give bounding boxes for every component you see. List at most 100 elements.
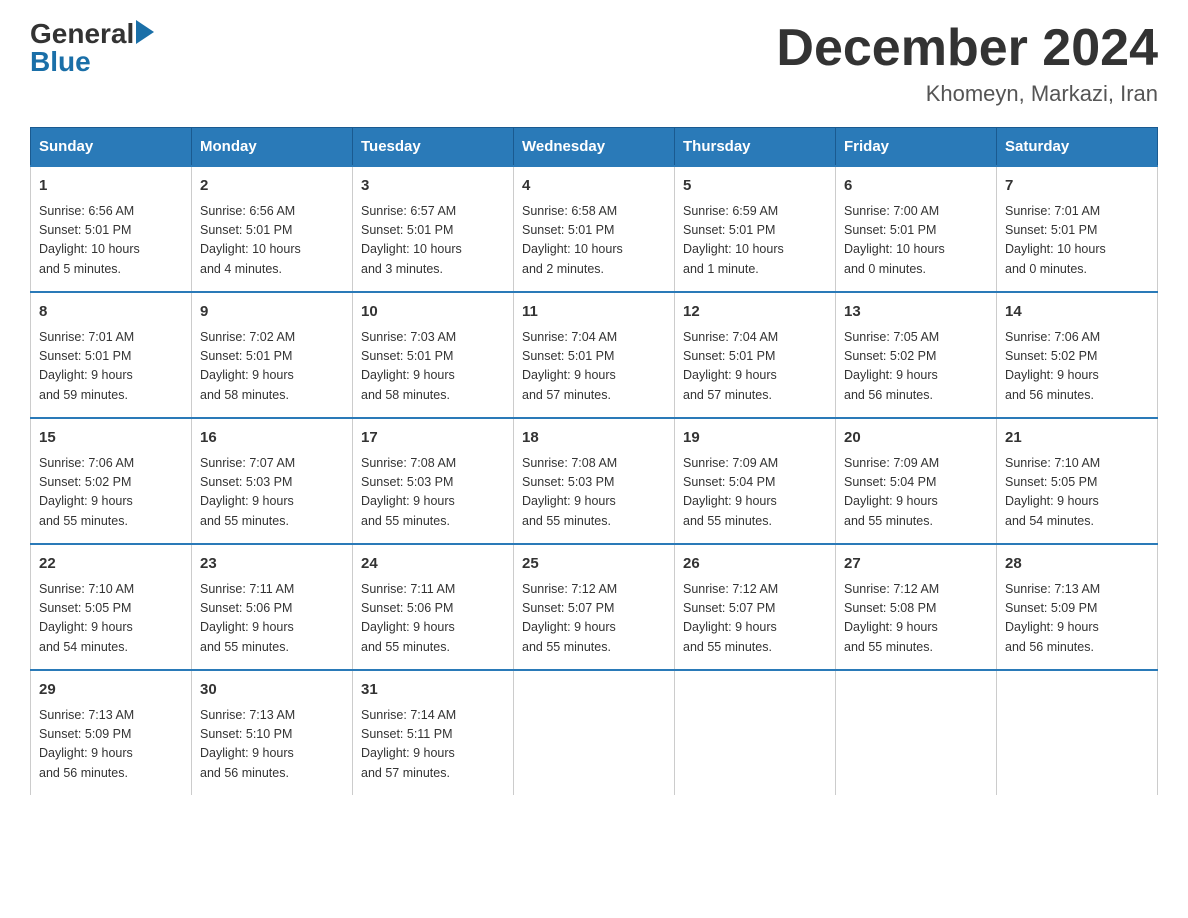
calendar-cell: 23 Sunrise: 7:11 AM Sunset: 5:06 PM Dayli… — [192, 544, 353, 670]
location-title: Khomeyn, Markazi, Iran — [776, 81, 1158, 107]
day-number: 20 — [844, 427, 988, 450]
calendar-week-row: 8Sunrise: 7:01 AM Sunset: 5:01 PM Daylig… — [31, 292, 1158, 418]
day-info: Sunrise: 7:08 AM Sunset: 5:03 PM Dayligh… — [522, 454, 666, 532]
day-number: 12 — [683, 301, 827, 324]
day-info: Sunrise: 7:13 AM Sunset: 5:10 PM Dayligh… — [200, 706, 344, 784]
calendar-day-header: Monday — [192, 128, 353, 167]
day-number: 29 — [39, 679, 183, 702]
day-number: 25 — [522, 553, 666, 576]
day-info: Sunrise: 7:06 AM Sunset: 5:02 PM Dayligh… — [1005, 328, 1149, 406]
day-info: Sunrise: 7:10 AM Sunset: 5:05 PM Dayligh… — [1005, 454, 1149, 532]
day-info: Sunrise: 7:10 AM Sunset: 5:05 PM Dayligh… — [39, 580, 183, 658]
day-info: Sunrise: 7:03 AM Sunset: 5:01 PM Dayligh… — [361, 328, 505, 406]
day-number: 31 — [361, 679, 505, 702]
calendar-header: SundayMondayTuesdayWednesdayThursdayFrid… — [31, 128, 1158, 167]
day-number: 24 — [361, 553, 505, 576]
day-number: 14 — [1005, 301, 1149, 324]
day-info: Sunrise: 7:11 AM Sunset: 5:06 PM Dayligh… — [200, 580, 344, 658]
calendar-cell: 14 Sunrise: 7:06 AM Sunset: 5:02 PM Dayli… — [997, 292, 1158, 418]
calendar-cell: 11 Sunrise: 7:04 AM Sunset: 5:01 PM Dayli… — [514, 292, 675, 418]
calendar-cell: 10Sunrise: 7:03 AM Sunset: 5:01 PM Dayli… — [353, 292, 514, 418]
calendar-cell — [836, 670, 997, 795]
day-number: 19 — [683, 427, 827, 450]
calendar-cell: 27Sunrise: 7:12 AM Sunset: 5:08 PM Dayli… — [836, 544, 997, 670]
day-number: 11 — [522, 301, 666, 324]
calendar-day-header: Saturday — [997, 128, 1158, 167]
calendar-cell: 21Sunrise: 7:10 AM Sunset: 5:05 PM Dayli… — [997, 418, 1158, 544]
calendar-cell: 6 Sunrise: 7:00 AM Sunset: 5:01 PM Daylig… — [836, 166, 997, 292]
day-info: Sunrise: 7:04 AM Sunset: 5:01 PM Dayligh… — [683, 328, 827, 406]
calendar-cell: 5 Sunrise: 6:59 AM Sunset: 5:01 PM Daylig… — [675, 166, 836, 292]
calendar-cell: 7Sunrise: 7:01 AM Sunset: 5:01 PM Daylig… — [997, 166, 1158, 292]
day-info: Sunrise: 7:13 AM Sunset: 5:09 PM Dayligh… — [1005, 580, 1149, 658]
day-number: 4 — [522, 175, 666, 198]
day-info: Sunrise: 7:09 AM Sunset: 5:04 PM Dayligh… — [683, 454, 827, 532]
logo-general-text: General — [30, 20, 134, 48]
day-info: Sunrise: 7:01 AM Sunset: 5:01 PM Dayligh… — [39, 328, 183, 406]
day-info: Sunrise: 7:00 AM Sunset: 5:01 PM Dayligh… — [844, 202, 988, 280]
day-number: 17 — [361, 427, 505, 450]
calendar-week-row: 29Sunrise: 7:13 AM Sunset: 5:09 PM Dayli… — [31, 670, 1158, 795]
day-number: 13 — [844, 301, 988, 324]
day-info: Sunrise: 7:07 AM Sunset: 5:03 PM Dayligh… — [200, 454, 344, 532]
day-number: 3 — [361, 175, 505, 198]
calendar-cell: 12 Sunrise: 7:04 AM Sunset: 5:01 PM Dayli… — [675, 292, 836, 418]
calendar-body: 1Sunrise: 6:56 AM Sunset: 5:01 PM Daylig… — [31, 166, 1158, 795]
calendar-cell: 24 Sunrise: 7:11 AM Sunset: 5:06 PM Dayli… — [353, 544, 514, 670]
calendar-cell — [675, 670, 836, 795]
day-info: Sunrise: 7:11 AM Sunset: 5:06 PM Dayligh… — [361, 580, 505, 658]
day-number: 15 — [39, 427, 183, 450]
logo-blue-text: Blue — [30, 48, 91, 76]
day-number: 30 — [200, 679, 344, 702]
day-number: 22 — [39, 553, 183, 576]
calendar-cell: 1Sunrise: 6:56 AM Sunset: 5:01 PM Daylig… — [31, 166, 192, 292]
day-number: 9 — [200, 301, 344, 324]
calendar-day-header: Friday — [836, 128, 997, 167]
day-number: 2 — [200, 175, 344, 198]
calendar-cell: 8Sunrise: 7:01 AM Sunset: 5:01 PM Daylig… — [31, 292, 192, 418]
calendar-cell: 19 Sunrise: 7:09 AM Sunset: 5:04 PM Dayli… — [675, 418, 836, 544]
day-number: 6 — [844, 175, 988, 198]
calendar-cell: 20 Sunrise: 7:09 AM Sunset: 5:04 PM Dayli… — [836, 418, 997, 544]
calendar-cell: 18 Sunrise: 7:08 AM Sunset: 5:03 PM Dayli… — [514, 418, 675, 544]
calendar-cell: 29Sunrise: 7:13 AM Sunset: 5:09 PM Dayli… — [31, 670, 192, 795]
calendar-day-header: Wednesday — [514, 128, 675, 167]
calendar-cell: 28Sunrise: 7:13 AM Sunset: 5:09 PM Dayli… — [997, 544, 1158, 670]
day-info: Sunrise: 6:57 AM Sunset: 5:01 PM Dayligh… — [361, 202, 505, 280]
calendar-week-row: 1Sunrise: 6:56 AM Sunset: 5:01 PM Daylig… — [31, 166, 1158, 292]
day-info: Sunrise: 7:02 AM Sunset: 5:01 PM Dayligh… — [200, 328, 344, 406]
calendar-cell: 2Sunrise: 6:56 AM Sunset: 5:01 PM Daylig… — [192, 166, 353, 292]
day-number: 27 — [844, 553, 988, 576]
calendar-cell: 15 Sunrise: 7:06 AM Sunset: 5:02 PM Dayli… — [31, 418, 192, 544]
day-info: Sunrise: 6:58 AM Sunset: 5:01 PM Dayligh… — [522, 202, 666, 280]
calendar-table: SundayMondayTuesdayWednesdayThursdayFrid… — [30, 127, 1158, 795]
day-info: Sunrise: 7:05 AM Sunset: 5:02 PM Dayligh… — [844, 328, 988, 406]
day-number: 18 — [522, 427, 666, 450]
day-info: Sunrise: 7:09 AM Sunset: 5:04 PM Dayligh… — [844, 454, 988, 532]
calendar-cell: 22 Sunrise: 7:10 AM Sunset: 5:05 PM Dayli… — [31, 544, 192, 670]
calendar-week-row: 22 Sunrise: 7:10 AM Sunset: 5:05 PM Dayli… — [31, 544, 1158, 670]
calendar-cell — [997, 670, 1158, 795]
day-info: Sunrise: 7:04 AM Sunset: 5:01 PM Dayligh… — [522, 328, 666, 406]
logo: General Blue — [30, 20, 164, 76]
day-info: Sunrise: 7:12 AM Sunset: 5:07 PM Dayligh… — [683, 580, 827, 658]
day-number: 1 — [39, 175, 183, 198]
day-info: Sunrise: 7:08 AM Sunset: 5:03 PM Dayligh… — [361, 454, 505, 532]
calendar-day-header: Sunday — [31, 128, 192, 167]
calendar-cell: 4 Sunrise: 6:58 AM Sunset: 5:01 PM Daylig… — [514, 166, 675, 292]
day-info: Sunrise: 7:01 AM Sunset: 5:01 PM Dayligh… — [1005, 202, 1149, 280]
day-info: Sunrise: 6:59 AM Sunset: 5:01 PM Dayligh… — [683, 202, 827, 280]
day-info: Sunrise: 7:06 AM Sunset: 5:02 PM Dayligh… — [39, 454, 183, 532]
calendar-cell — [514, 670, 675, 795]
calendar-day-header: Tuesday — [353, 128, 514, 167]
calendar-cell: 25 Sunrise: 7:12 AM Sunset: 5:07 PM Dayli… — [514, 544, 675, 670]
calendar-cell: 17 Sunrise: 7:08 AM Sunset: 5:03 PM Dayli… — [353, 418, 514, 544]
day-number: 23 — [200, 553, 344, 576]
calendar-cell: 9 Sunrise: 7:02 AM Sunset: 5:01 PM Daylig… — [192, 292, 353, 418]
day-info: Sunrise: 7:12 AM Sunset: 5:07 PM Dayligh… — [522, 580, 666, 658]
logo-arrow-icon — [136, 20, 164, 44]
day-number: 26 — [683, 553, 827, 576]
day-number: 5 — [683, 175, 827, 198]
calendar-cell: 30 Sunrise: 7:13 AM Sunset: 5:10 PM Dayli… — [192, 670, 353, 795]
calendar-day-header: Thursday — [675, 128, 836, 167]
